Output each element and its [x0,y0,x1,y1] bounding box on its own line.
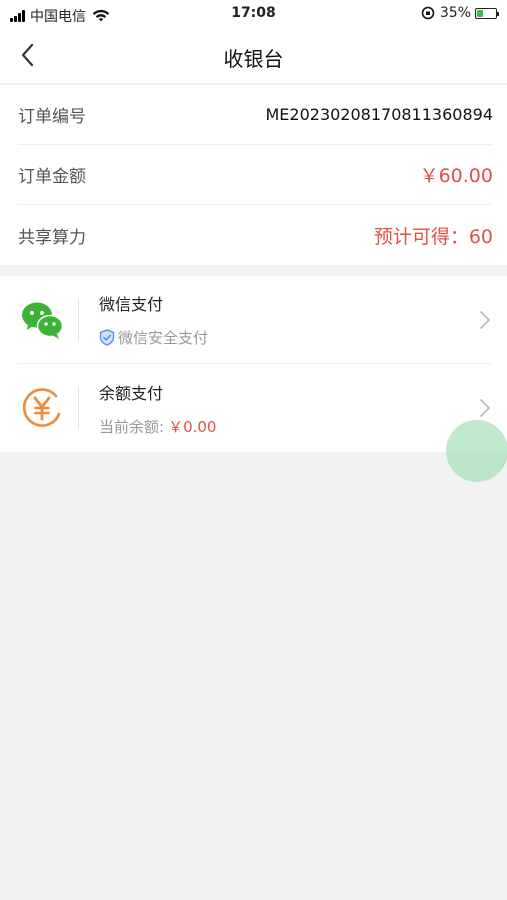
wechat-pay-option[interactable]: 微信支付 微信安全支付 [18,276,493,364]
order-info-card: 订单编号 ME20230208170811360894 订单金额 ￥60.00 … [0,85,507,265]
balance-label: 当前余额: [99,417,165,436]
balance-pay-text: 余额支付 当前余额: ￥0.00 [99,380,216,437]
shared-power-value: 预计可得：60 [373,225,493,248]
battery-percent: 35% [439,5,471,21]
order-number-label: 订单编号 [18,107,86,127]
wechat-pay-text: 微信支付 微信安全支付 [99,291,208,348]
divider [78,386,79,430]
balance-pay-option[interactable]: 余额支付 当前余额: ￥0.00 [18,364,493,452]
order-number-value: ME20230208170811360894 [265,105,493,124]
yuan-coin-icon [22,388,61,427]
payment-methods-card: 微信支付 微信安全支付 余额支付 当前余额: ￥0.00 [0,276,507,452]
battery-icon [475,7,499,19]
orientation-lock-icon [421,6,435,20]
balance-amount: ￥0.00 [168,417,217,436]
order-amount-row: 订单金额 ￥60.00 [18,145,493,205]
order-amount-value: ￥60.00 [419,165,493,187]
floating-assistive-button[interactable] [446,420,507,482]
wechat-pay-subtitle-row: 微信安全支付 [99,327,208,348]
wechat-icon [22,302,64,339]
shared-power-label: 共享算力 [18,227,86,248]
balance-pay-subtitle-row: 当前余额: ￥0.00 [99,416,216,437]
shared-power-row: 共享算力 预计可得：60 [18,205,493,265]
chevron-right-icon [480,311,490,329]
status-right: 35% [421,5,499,21]
chevron-right-icon [480,399,490,417]
order-number-row: 订单编号 ME20230208170811360894 [18,85,493,145]
navigation-bar: 收银台 [0,28,507,84]
status-bar: 中国电信 17:08 35% [0,0,507,28]
page-title: 收银台 [223,47,284,71]
balance-pay-title: 余额支付 [99,383,164,403]
order-amount-label: 订单金额 [18,167,86,187]
wechat-pay-title: 微信支付 [99,295,164,314]
wechat-pay-subtitle: 微信安全支付 [118,329,209,347]
shield-check-icon [99,329,115,346]
divider [78,297,79,342]
